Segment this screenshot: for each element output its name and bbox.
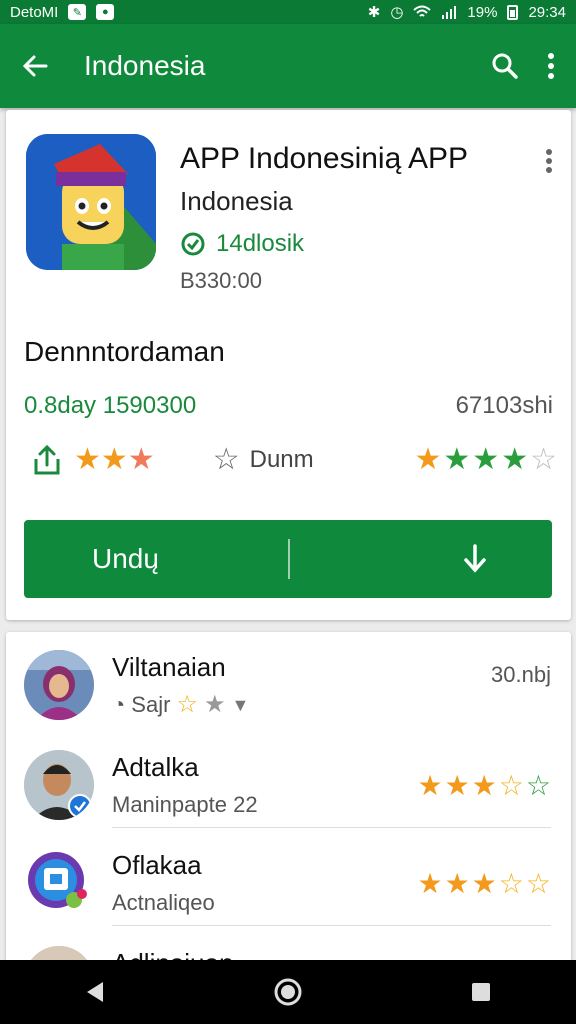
reviewer-meta: Maninpapte 22 bbox=[112, 792, 258, 818]
install-label: Undų bbox=[92, 543, 159, 574]
nav-home-icon[interactable] bbox=[273, 977, 303, 1007]
avatar bbox=[24, 650, 94, 720]
reviewer-name: Oflakaa bbox=[112, 850, 202, 880]
alarm-icon: ◷ bbox=[390, 4, 404, 21]
nav-recents-icon[interactable] bbox=[469, 980, 493, 1004]
page-title: Indonesia bbox=[84, 50, 206, 81]
rating-star-empty: ★ bbox=[203, 691, 226, 718]
reviews-count: 67103shi bbox=[455, 392, 553, 419]
overflow-menu-icon[interactable] bbox=[546, 51, 556, 81]
rating-star-filled: ★ bbox=[471, 770, 497, 801]
battery-percent: 19% bbox=[467, 3, 498, 21]
rating-row: ★ ★ ★ ☆ Dunm ★ ★ ★ ★ ☆ bbox=[32, 440, 557, 480]
review-rating: ★ ★ ★ ☆ ☆ bbox=[417, 772, 551, 800]
download-icon bbox=[460, 542, 490, 576]
rating-star-filled: ★ bbox=[501, 443, 529, 476]
rating-star-filled: ★ bbox=[417, 868, 443, 899]
app-size: B330:00 bbox=[180, 268, 262, 293]
review-rating: ★ ★ ★ ☆ ☆ bbox=[417, 870, 551, 898]
button-divider bbox=[288, 539, 290, 579]
review-item[interactable]: Adtalka Maninpapte 22 ★ ★ ★ ☆ ☆ bbox=[6, 732, 571, 828]
rating-star-outline: ☆ bbox=[525, 868, 551, 899]
rating-star-filled: ★ bbox=[444, 868, 470, 899]
avatar bbox=[24, 750, 94, 820]
review-meta: 30.nbj bbox=[491, 662, 551, 687]
reviewer-subtitle: Sajr bbox=[131, 692, 171, 717]
clock-icon: ◔ bbox=[112, 692, 126, 717]
developer-name[interactable]: Indonesia bbox=[180, 186, 293, 217]
card-menu-icon[interactable] bbox=[545, 148, 553, 174]
divider bbox=[112, 925, 551, 926]
carrier-label: DetoMI bbox=[10, 3, 59, 21]
install-button[interactable]: Undų bbox=[24, 520, 552, 598]
notification-icon: ✎ bbox=[68, 4, 87, 20]
app-notification-icon: ● bbox=[96, 4, 115, 20]
check-circle-icon bbox=[181, 232, 205, 256]
app-name: APP Indonesinią APP bbox=[180, 142, 468, 175]
rating-star-filled: ★ bbox=[414, 443, 442, 476]
section-title: Dennntordaman bbox=[24, 336, 225, 367]
rating-star-filled: ★ bbox=[74, 443, 101, 476]
rating-star-filled: ★ bbox=[444, 770, 470, 801]
wifi-icon bbox=[413, 5, 432, 19]
rate-label[interactable]: Dunm bbox=[250, 446, 314, 474]
rating-star-filled: ★ bbox=[471, 868, 497, 899]
rating-star-filled: ★ bbox=[417, 770, 443, 801]
divider bbox=[112, 827, 551, 828]
back-arrow-icon[interactable] bbox=[20, 51, 50, 81]
reviews-card: Viltanaian ◔ Sajr ☆ ★ ▼ 30.nbj Adtalka M… bbox=[6, 632, 571, 972]
reviewer-name: Viltanaian bbox=[112, 652, 226, 682]
review-item[interactable]: Oflakaa Actnaliqeo ★ ★ ★ ☆ ☆ bbox=[6, 830, 571, 926]
nav-back-icon[interactable] bbox=[83, 980, 107, 1004]
rating-star-half: ★ bbox=[127, 443, 155, 476]
star-outline-icon[interactable]: ☆ bbox=[213, 445, 240, 475]
status-bar: DetoMI ✎ ● ✱ ◷ 19% 29:34 bbox=[0, 0, 576, 24]
app-detail-card: APP Indonesinią APP Indonesia 14dlosik B… bbox=[6, 110, 571, 620]
signal-icon bbox=[441, 5, 457, 19]
rating-star-outline: ☆ bbox=[498, 868, 524, 899]
badge-label: 14dlosik bbox=[216, 230, 305, 257]
expand-caret-icon[interactable]: ▼ bbox=[231, 695, 249, 716]
system-nav-bar bbox=[0, 960, 576, 1024]
reviewer-subtitle: Maninpapte 22 bbox=[112, 792, 258, 817]
avatar bbox=[24, 848, 94, 918]
clock: 29:34 bbox=[528, 3, 566, 21]
reviewer-meta: ◔ Sajr ☆ ★ ▼ bbox=[112, 692, 249, 718]
downloads-count: 0.8day 1590300 bbox=[24, 392, 197, 419]
rating-star-filled: ★ bbox=[472, 443, 500, 476]
search-icon[interactable] bbox=[490, 51, 520, 81]
app-icon[interactable] bbox=[26, 134, 156, 270]
reviewer-name: Adtalka bbox=[112, 752, 199, 782]
bluetooth-icon: ✱ bbox=[367, 4, 381, 21]
review-item[interactable]: Viltanaian ◔ Sajr ☆ ★ ▼ 30.nbj bbox=[6, 632, 571, 728]
rating-star-filled: ★ bbox=[100, 443, 128, 476]
verified-badge: 14dlosik bbox=[180, 230, 304, 258]
share-icon[interactable] bbox=[32, 443, 62, 477]
rating-star-outline: ☆ bbox=[525, 770, 551, 801]
rating-star-filled: ★ bbox=[443, 443, 471, 476]
app-bar: Indonesia bbox=[0, 24, 576, 108]
overall-rating-stars: ★ ★ ★ ★ ☆ bbox=[414, 445, 557, 475]
rating-star-empty: ☆ bbox=[530, 443, 557, 476]
reviewer-meta: Actnaliqeo bbox=[112, 890, 215, 916]
rating-star-outline: ☆ bbox=[498, 770, 524, 801]
reviewer-subtitle: Actnaliqeo bbox=[112, 890, 215, 915]
battery-icon bbox=[507, 4, 519, 20]
rating-star-outline: ☆ bbox=[176, 691, 198, 718]
